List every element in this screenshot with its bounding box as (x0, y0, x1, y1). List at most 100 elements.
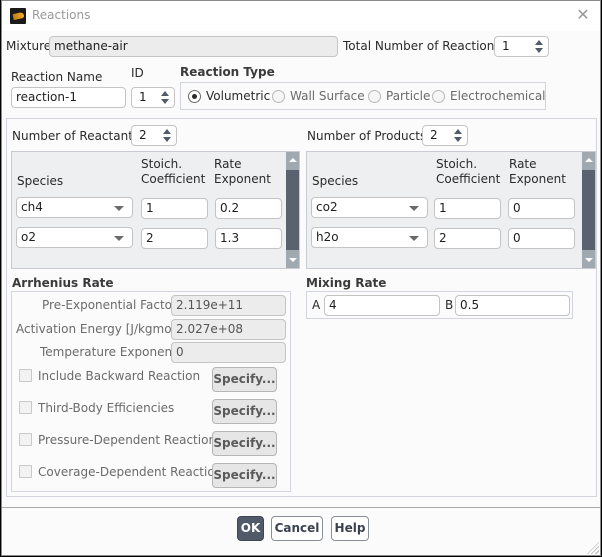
id-spinner[interactable]: 1 (131, 87, 175, 108)
reactants-count-label: Number of Reactants (12, 129, 140, 143)
pre-exp-label: Pre-Exponential Factor (42, 298, 177, 312)
help-button[interactable]: Help (331, 516, 369, 541)
pressure-dependent-label: Pressure-Dependent Reaction (38, 433, 217, 447)
pressure-dependent-specify-button: Specify... (212, 431, 277, 456)
spinner-arrows-icon[interactable] (160, 90, 170, 105)
temp-exponent-label: Temperature Exponent (40, 345, 177, 359)
reactant-stoich-input[interactable]: 1 (141, 198, 208, 219)
total-reactions-label: Total Number of Reactions (343, 39, 501, 53)
chevron-down-icon (114, 206, 124, 211)
third-body-checkbox (19, 401, 32, 414)
backward-reaction-specify-button: Specify... (212, 367, 277, 392)
scroll-down-icon[interactable] (289, 258, 297, 262)
radio-particle-label: Particle (386, 89, 431, 103)
spinner-arrows-icon[interactable] (162, 128, 172, 143)
backward-reaction-label: Include Backward Reaction (38, 369, 201, 383)
mixing-rate-title: Mixing Rate (306, 276, 387, 290)
reaction-name-input[interactable]: reaction-1 (11, 87, 126, 108)
radio-wall-surface-label: Wall Surface (290, 89, 365, 103)
products-col-species: Species (312, 174, 359, 188)
reactants-col-species: Species (17, 174, 64, 188)
id-label: ID (131, 66, 144, 80)
activation-energy-field: 2.027e+08 (171, 319, 286, 340)
mixture-label: Mixture (6, 39, 52, 53)
reactants-count-value: 2 (139, 128, 147, 142)
mixing-a-input[interactable]: 4 (324, 295, 440, 316)
window-title: Reactions (32, 8, 91, 22)
third-body-label: Third-Body Efficiencies (38, 401, 175, 415)
radio-electrochemical (432, 90, 445, 103)
products-count-spinner[interactable]: 2 (422, 125, 468, 146)
products-col-rate-2: Exponent (509, 172, 566, 186)
products-scrollbar[interactable] (582, 152, 595, 268)
pressure-dependent-checkbox (19, 433, 32, 446)
products-col-stoich-2: Coefficient (436, 172, 501, 186)
reactant-rate-exponent-input[interactable]: 0.2 (215, 198, 282, 219)
product-rate-exponent-input[interactable]: 0 (508, 198, 575, 219)
backward-reaction-checkbox (19, 369, 32, 382)
products-count-value: 2 (430, 128, 438, 142)
coverage-dependent-specify-button: Specify... (212, 463, 277, 488)
chevron-down-icon (409, 206, 419, 211)
chevron-down-icon (409, 236, 419, 241)
close-icon: ✕ (576, 5, 590, 24)
scroll-up-icon[interactable] (585, 158, 593, 162)
mixing-a-label: A (312, 298, 321, 312)
product-species-value: h2o (316, 230, 339, 244)
reactions-dialog: Reactions ✕ Mixture methane-air Total Nu… (1, 0, 601, 556)
radio-wall-surface (272, 90, 285, 103)
radio-particle (368, 90, 381, 103)
resize-grip-icon[interactable] (587, 542, 599, 554)
reactants-col-stoich-2: Coefficient (141, 172, 206, 186)
reactant-species-dropdown[interactable]: ch4 (16, 197, 133, 218)
products-col-rate-1: Rate (509, 157, 537, 171)
products-count-label: Number of Products (307, 129, 427, 143)
products-table: Species Stoich. Coefficient Rate Exponen… (306, 151, 596, 269)
spinner-arrows-icon[interactable] (453, 128, 463, 143)
footer-separator (2, 507, 600, 508)
product-species-dropdown[interactable]: h2o (311, 227, 428, 248)
reactants-scrollbar[interactable] (286, 152, 299, 268)
temp-exponent-field: 0 (171, 342, 286, 363)
pre-exp-field: 2.119e+11 (171, 295, 286, 316)
reactant-stoich-input[interactable]: 2 (141, 228, 208, 249)
arrhenius-title: Arrhenius Rate (12, 276, 114, 290)
reactants-count-spinner[interactable]: 2 (131, 125, 177, 146)
scroll-thumb[interactable] (582, 170, 595, 250)
scroll-thumb[interactable] (286, 170, 299, 250)
chevron-down-icon (114, 236, 124, 241)
mixing-rate-group: A 4 B 0.5 (306, 291, 573, 319)
ok-button[interactable]: OK (237, 516, 264, 541)
reactants-col-rate-1: Rate (214, 157, 242, 171)
total-reactions-spinner[interactable]: 1 (494, 36, 549, 57)
coverage-dependent-label: Coverage-Dependent Reaction (38, 465, 223, 479)
products-col-stoich-1: Stoich. (436, 157, 478, 171)
product-species-dropdown[interactable]: co2 (311, 197, 428, 218)
mixing-b-label: B (445, 298, 454, 312)
reactant-species-dropdown[interactable]: o2 (16, 227, 133, 248)
radio-volumetric[interactable] (188, 90, 201, 103)
id-value: 1 (139, 90, 147, 104)
total-reactions-value: 1 (502, 39, 510, 53)
radio-electrochemical-label: Electrochemical (450, 89, 546, 103)
product-stoich-input[interactable]: 1 (434, 198, 501, 219)
spinner-arrows-icon[interactable] (534, 39, 544, 54)
cancel-button[interactable]: Cancel (271, 516, 323, 541)
scroll-down-icon[interactable] (585, 258, 593, 262)
product-stoich-input[interactable]: 2 (434, 228, 501, 249)
close-button[interactable]: ✕ (574, 6, 592, 24)
reaction-type-group: Volumetric Wall Surface Particle Electro… (180, 82, 546, 110)
title-bar[interactable]: Reactions ✕ (2, 1, 600, 31)
mixing-b-input[interactable]: 0.5 (455, 295, 570, 316)
product-rate-exponent-input[interactable]: 0 (508, 228, 575, 249)
reactants-col-rate-2: Exponent (214, 172, 271, 186)
radio-volumetric-label[interactable]: Volumetric (206, 89, 270, 103)
third-body-specify-button: Specify... (212, 399, 277, 424)
reaction-name-label: Reaction Name (11, 70, 103, 84)
reactant-species-value: o2 (21, 230, 36, 244)
reactants-table: Species Stoich. Coefficient Rate Exponen… (11, 151, 300, 269)
scroll-up-icon[interactable] (289, 158, 297, 162)
product-species-value: co2 (316, 200, 338, 214)
reactants-col-stoich-1: Stoich. (141, 157, 183, 171)
reactant-rate-exponent-input[interactable]: 1.3 (215, 228, 282, 249)
